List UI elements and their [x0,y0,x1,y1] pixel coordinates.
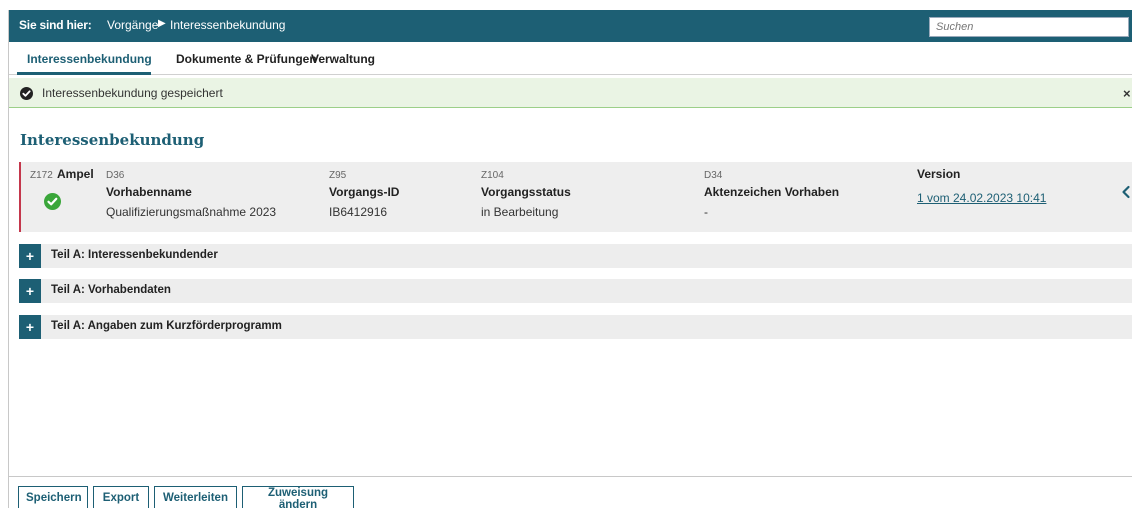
section-kurzfoerderprogramm[interactable]: + Teil A: Angaben zum Kurzförderprogramm [19,315,1132,339]
save-button[interactable]: Speichern [18,486,88,508]
tab-dokumente-pruefungen[interactable]: Dokumente & Prüfungen [176,52,317,66]
field-label-vorgangs-id: Vorgangs-ID [329,185,400,199]
breadcrumb-link-vorgaenge[interactable]: Vorgänge [107,18,158,32]
tab-bar: Interessenbekundung Dokumente & Prüfunge… [9,42,1132,75]
section-label: Teil A: Vorhabendaten [51,284,171,296]
ampel-label: Ampel [57,167,94,181]
export-button[interactable]: Export [93,486,149,508]
section-label: Teil A: Angaben zum Kurzförderprogramm [51,320,282,332]
summary-panel: Z172 Ampel D36 Vorhabenname Qualifizieru… [19,162,1132,232]
chevron-left-icon[interactable] [1121,185,1131,204]
field-value-vorgangs-id: IB6412916 [329,205,388,219]
section-interessenbekundender[interactable]: + Teil A: Interessenbekundender [19,244,1132,268]
expand-plus-icon[interactable]: + [19,279,41,303]
field-value-vorgangsstatus: in Bearbeitung [481,205,559,219]
field-value-vorhabenname: Qualifizierungsmaßnahme 2023 [106,205,277,219]
field-code: D34 [704,170,723,181]
status-check-icon [44,193,61,210]
top-bar: Sie sind hier: Vorgänge ▶ Interessenbeku… [9,10,1132,42]
field-label-vorhabenname: Vorhabenname [106,185,192,199]
version-label: Version [917,167,961,181]
change-assignment-button[interactable]: Zuweisung ändern [242,486,354,508]
search-input[interactable] [929,17,1129,37]
field-label-vorgangsstatus: Vorgangsstatus [481,185,571,199]
field-label-aktenzeichen: Aktenzeichen Vorhaben [704,185,840,199]
section-vorhabendaten[interactable]: + Teil A: Vorhabendaten [19,279,1132,303]
tab-interessenbekundung[interactable]: Interessenbekundung [27,52,152,66]
field-value-aktenzeichen: - [704,205,708,219]
expand-plus-icon[interactable]: + [19,244,41,268]
breadcrumb-label: Sie sind hier: [19,18,92,32]
field-code: Z104 [481,170,504,181]
breadcrumb-separator-icon: ▶ [158,18,166,29]
close-icon[interactable]: × [1123,86,1131,101]
field-code: D36 [106,170,125,181]
success-notification: Interessenbekundung gespeichert × [9,78,1132,108]
tab-verwaltung[interactable]: Verwaltung [311,52,375,66]
active-tab-indicator [17,72,151,75]
breadcrumb-current: Interessenbekundung [170,18,286,32]
app-window: Sie sind hier: Vorgänge ▶ Interessenbeku… [8,10,1132,508]
section-label: Teil A: Interessenbekundender [51,249,218,261]
page-title: Interessenbekundung [20,131,205,149]
check-circle-icon [20,87,33,100]
ampel-code: Z172 [30,170,53,181]
forward-button[interactable]: Weiterleiten [154,486,237,508]
bottom-toolbar: Speichern Export Weiterleiten Zuweisung … [9,476,1132,508]
expand-plus-icon[interactable]: + [19,315,41,339]
field-code: Z95 [329,170,347,181]
version-link[interactable]: 1 vom 24.02.2023 10:41 [917,191,1046,205]
notification-text: Interessenbekundung gespeichert [42,86,223,100]
